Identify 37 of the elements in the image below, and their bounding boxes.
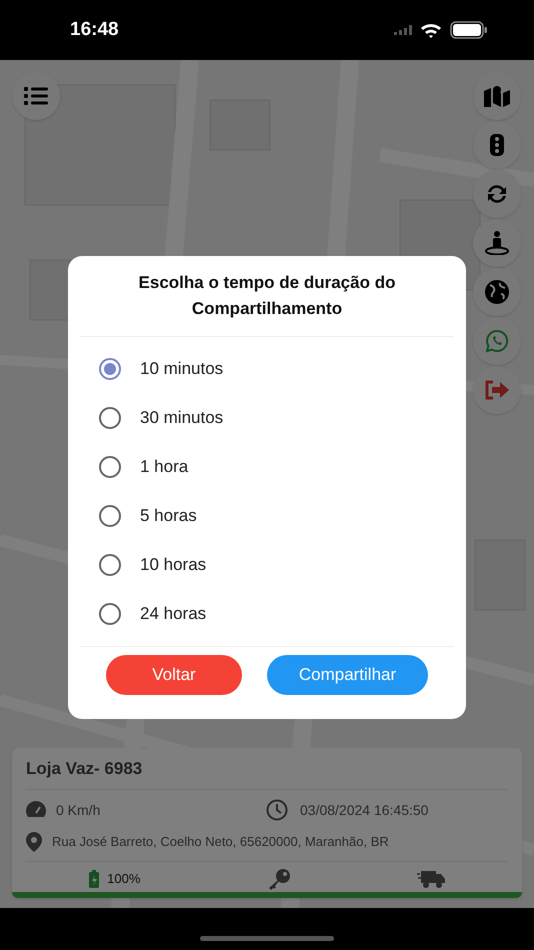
- radio-button[interactable]: [99, 406, 121, 428]
- radio-button[interactable]: [99, 358, 121, 380]
- person-icon: [484, 231, 510, 255]
- signal-icon: [394, 25, 412, 35]
- option-label[interactable]: 10 horas: [140, 552, 206, 578]
- option-label[interactable]: 5 horas: [140, 502, 197, 528]
- address: Rua José Barreto, Coelho Neto, 65620000, Maranhão, BR: [52, 832, 389, 851]
- truck-icon: [416, 869, 445, 889]
- clock-icon: [266, 799, 288, 821]
- option-label[interactable]: 1 hora: [140, 454, 188, 480]
- chat-phone-icon: [485, 329, 509, 353]
- back-button[interactable]: Voltar: [106, 655, 242, 695]
- location-pin-icon: [26, 832, 42, 852]
- radio-button[interactable]: [99, 456, 121, 478]
- radio-button[interactable]: [99, 504, 121, 526]
- traffic-light-icon: [490, 134, 504, 156]
- logout-icon: [484, 380, 510, 400]
- option-label[interactable]: 30 minutos: [140, 404, 224, 430]
- option-label[interactable]: 10 minutos: [140, 356, 224, 382]
- radio-button[interactable]: [99, 602, 121, 624]
- globe-icon: [485, 280, 509, 304]
- status-time: 16:48: [70, 18, 119, 42]
- battery-level: 100%: [107, 870, 140, 888]
- battery-icon: [450, 21, 488, 39]
- map-icon: [484, 85, 510, 107]
- radio-button[interactable]: [99, 554, 121, 576]
- vehicle-name: Loja Vaz- 6983: [26, 758, 142, 780]
- timestamp: 03/08/2024 16:45:50: [300, 800, 428, 820]
- refresh-icon: [485, 183, 509, 205]
- speedometer-icon: [26, 801, 46, 819]
- dialog-title: Escolha o tempo de duração do Compartilhamento: [138, 272, 396, 320]
- list-icon: [24, 87, 48, 105]
- battery-charging-icon: [89, 870, 100, 888]
- speed-value: 0 Km/h: [56, 800, 100, 820]
- wifi-icon: [420, 22, 442, 38]
- option-label[interactable]: 24 horas: [140, 600, 206, 626]
- key-icon: [266, 868, 291, 890]
